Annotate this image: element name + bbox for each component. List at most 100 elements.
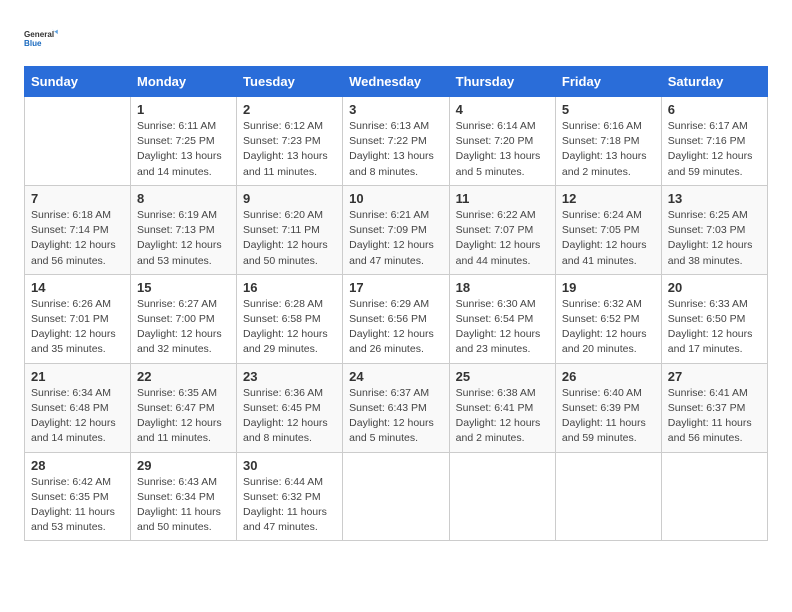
- svg-text:General: General: [24, 30, 54, 39]
- day-number: 21: [31, 369, 124, 384]
- day-info: Sunrise: 6:34 AMSunset: 6:48 PMDaylight:…: [31, 386, 124, 447]
- header-monday: Monday: [131, 67, 237, 97]
- day-info: Sunrise: 6:24 AMSunset: 7:05 PMDaylight:…: [562, 208, 655, 269]
- day-cell: [661, 452, 767, 541]
- day-cell: 8 Sunrise: 6:19 AMSunset: 7:13 PMDaylight…: [131, 185, 237, 274]
- logo: GeneralBlue: [24, 20, 60, 56]
- day-cell: [343, 452, 450, 541]
- day-info: Sunrise: 6:28 AMSunset: 6:58 PMDaylight:…: [243, 297, 336, 358]
- day-cell: 11 Sunrise: 6:22 AMSunset: 7:07 PMDayligh…: [449, 185, 555, 274]
- day-info: Sunrise: 6:20 AMSunset: 7:11 PMDaylight:…: [243, 208, 336, 269]
- day-info: Sunrise: 6:37 AMSunset: 6:43 PMDaylight:…: [349, 386, 443, 447]
- week-row-2: 7 Sunrise: 6:18 AMSunset: 7:14 PMDaylight…: [25, 185, 768, 274]
- day-info: Sunrise: 6:36 AMSunset: 6:45 PMDaylight:…: [243, 386, 336, 447]
- day-info: Sunrise: 6:11 AMSunset: 7:25 PMDaylight:…: [137, 119, 230, 180]
- day-info: Sunrise: 6:22 AMSunset: 7:07 PMDaylight:…: [456, 208, 549, 269]
- calendar-header: SundayMondayTuesdayWednesdayThursdayFrid…: [25, 67, 768, 97]
- day-cell: 4 Sunrise: 6:14 AMSunset: 7:20 PMDaylight…: [449, 97, 555, 186]
- day-cell: 22 Sunrise: 6:35 AMSunset: 6:47 PMDayligh…: [131, 363, 237, 452]
- day-info: Sunrise: 6:18 AMSunset: 7:14 PMDaylight:…: [31, 208, 124, 269]
- day-number: 2: [243, 102, 336, 117]
- day-number: 11: [456, 191, 549, 206]
- day-info: Sunrise: 6:30 AMSunset: 6:54 PMDaylight:…: [456, 297, 549, 358]
- day-number: 24: [349, 369, 443, 384]
- day-info: Sunrise: 6:38 AMSunset: 6:41 PMDaylight:…: [456, 386, 549, 447]
- day-info: Sunrise: 6:13 AMSunset: 7:22 PMDaylight:…: [349, 119, 443, 180]
- header-wednesday: Wednesday: [343, 67, 450, 97]
- day-cell: 3 Sunrise: 6:13 AMSunset: 7:22 PMDaylight…: [343, 97, 450, 186]
- week-row-1: 1Sunrise: 6:11 AMSunset: 7:25 PMDaylight…: [25, 97, 768, 186]
- day-number: 3: [349, 102, 443, 117]
- day-number: 30: [243, 458, 336, 473]
- day-cell: 17Sunrise: 6:29 AMSunset: 6:56 PMDayligh…: [343, 274, 450, 363]
- day-cell: 13 Sunrise: 6:25 AMSunset: 7:03 PMDayligh…: [661, 185, 767, 274]
- day-cell: 30Sunrise: 6:44 AMSunset: 6:32 PMDayligh…: [237, 452, 343, 541]
- day-info: Sunrise: 6:35 AMSunset: 6:47 PMDaylight:…: [137, 386, 230, 447]
- day-number: 7: [31, 191, 124, 206]
- day-cell: 18 Sunrise: 6:30 AMSunset: 6:54 PMDayligh…: [449, 274, 555, 363]
- header: GeneralBlue: [24, 20, 768, 56]
- header-row: SundayMondayTuesdayWednesdayThursdayFrid…: [25, 67, 768, 97]
- day-cell: 21 Sunrise: 6:34 AMSunset: 6:48 PMDayligh…: [25, 363, 131, 452]
- day-cell: [555, 452, 661, 541]
- day-info: Sunrise: 6:32 AMSunset: 6:52 PMDaylight:…: [562, 297, 655, 358]
- day-info: Sunrise: 6:19 AMSunset: 7:13 PMDaylight:…: [137, 208, 230, 269]
- day-cell: 25 Sunrise: 6:38 AMSunset: 6:41 PMDayligh…: [449, 363, 555, 452]
- day-info: Sunrise: 6:33 AMSunset: 6:50 PMDaylight:…: [668, 297, 761, 358]
- day-number: 22: [137, 369, 230, 384]
- day-cell: 5Sunrise: 6:16 AMSunset: 7:18 PMDaylight…: [555, 97, 661, 186]
- header-saturday: Saturday: [661, 67, 767, 97]
- day-number: 27: [668, 369, 761, 384]
- day-info: Sunrise: 6:42 AMSunset: 6:35 PMDaylight:…: [31, 475, 124, 536]
- day-number: 9: [243, 191, 336, 206]
- day-info: Sunrise: 6:25 AMSunset: 7:03 PMDaylight:…: [668, 208, 761, 269]
- day-info: Sunrise: 6:41 AMSunset: 6:37 PMDaylight:…: [668, 386, 761, 447]
- day-number: 12: [562, 191, 655, 206]
- header-friday: Friday: [555, 67, 661, 97]
- day-number: 19: [562, 280, 655, 295]
- day-cell: 28Sunrise: 6:42 AMSunset: 6:35 PMDayligh…: [25, 452, 131, 541]
- day-number: 6: [668, 102, 761, 117]
- day-cell: 7 Sunrise: 6:18 AMSunset: 7:14 PMDaylight…: [25, 185, 131, 274]
- week-row-5: 28Sunrise: 6:42 AMSunset: 6:35 PMDayligh…: [25, 452, 768, 541]
- day-info: Sunrise: 6:14 AMSunset: 7:20 PMDaylight:…: [456, 119, 549, 180]
- day-number: 25: [456, 369, 549, 384]
- week-row-4: 21 Sunrise: 6:34 AMSunset: 6:48 PMDayligh…: [25, 363, 768, 452]
- day-cell: 9 Sunrise: 6:20 AMSunset: 7:11 PMDaylight…: [237, 185, 343, 274]
- day-number: 4: [456, 102, 549, 117]
- day-cell: 12 Sunrise: 6:24 AMSunset: 7:05 PMDayligh…: [555, 185, 661, 274]
- day-number: 23: [243, 369, 336, 384]
- day-number: 8: [137, 191, 230, 206]
- day-number: 13: [668, 191, 761, 206]
- day-number: 26: [562, 369, 655, 384]
- day-info: Sunrise: 6:12 AMSunset: 7:23 PMDaylight:…: [243, 119, 336, 180]
- day-info: Sunrise: 6:40 AMSunset: 6:39 PMDaylight:…: [562, 386, 655, 447]
- day-info: Sunrise: 6:17 AMSunset: 7:16 PMDaylight:…: [668, 119, 761, 180]
- day-cell: 6 Sunrise: 6:17 AMSunset: 7:16 PMDaylight…: [661, 97, 767, 186]
- day-cell: 15Sunrise: 6:27 AMSunset: 7:00 PMDayligh…: [131, 274, 237, 363]
- svg-text:Blue: Blue: [24, 39, 42, 48]
- day-number: 15: [137, 280, 230, 295]
- day-cell: 16 Sunrise: 6:28 AMSunset: 6:58 PMDayligh…: [237, 274, 343, 363]
- day-cell: 10Sunrise: 6:21 AMSunset: 7:09 PMDayligh…: [343, 185, 450, 274]
- day-cell: 29 Sunrise: 6:43 AMSunset: 6:34 PMDayligh…: [131, 452, 237, 541]
- day-cell: [449, 452, 555, 541]
- day-number: 20: [668, 280, 761, 295]
- day-info: Sunrise: 6:29 AMSunset: 6:56 PMDaylight:…: [349, 297, 443, 358]
- day-number: 14: [31, 280, 124, 295]
- calendar-body: 1Sunrise: 6:11 AMSunset: 7:25 PMDaylight…: [25, 97, 768, 541]
- day-info: Sunrise: 6:43 AMSunset: 6:34 PMDaylight:…: [137, 475, 230, 536]
- day-number: 29: [137, 458, 230, 473]
- day-cell: 1Sunrise: 6:11 AMSunset: 7:25 PMDaylight…: [131, 97, 237, 186]
- day-cell: [25, 97, 131, 186]
- header-thursday: Thursday: [449, 67, 555, 97]
- day-info: Sunrise: 6:16 AMSunset: 7:18 PMDaylight:…: [562, 119, 655, 180]
- day-cell: 23 Sunrise: 6:36 AMSunset: 6:45 PMDayligh…: [237, 363, 343, 452]
- day-cell: 24 Sunrise: 6:37 AMSunset: 6:43 PMDayligh…: [343, 363, 450, 452]
- day-cell: 2 Sunrise: 6:12 AMSunset: 7:23 PMDaylight…: [237, 97, 343, 186]
- day-cell: 20 Sunrise: 6:33 AMSunset: 6:50 PMDayligh…: [661, 274, 767, 363]
- day-number: 16: [243, 280, 336, 295]
- header-sunday: Sunday: [25, 67, 131, 97]
- day-number: 18: [456, 280, 549, 295]
- day-cell: 14Sunrise: 6:26 AMSunset: 7:01 PMDayligh…: [25, 274, 131, 363]
